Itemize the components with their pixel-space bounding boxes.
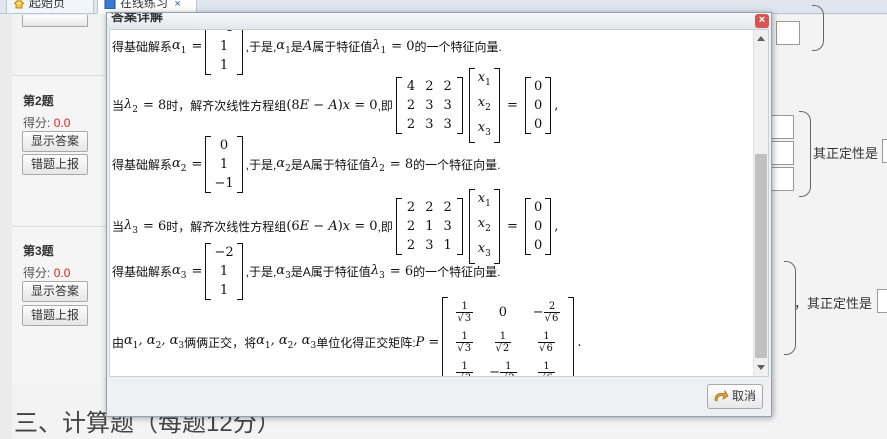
tab-home-label: 起始页	[29, 0, 66, 10]
close-icon[interactable]: ×	[755, 14, 769, 28]
definiteness-input[interactable]	[877, 289, 887, 313]
answer-input-box[interactable]	[770, 141, 794, 165]
score-value: 0.0	[53, 266, 71, 280]
cancel-label: 取消	[732, 389, 757, 403]
answer-line: 当 λ2 = 8 时，解齐次线性方程组 (8 E − A) x = 0 ,即 4222…	[112, 68, 558, 143]
scroll-up-arrow-icon[interactable]	[757, 36, 765, 41]
definiteness-label: ，其正定性是	[794, 296, 873, 311]
orthogonal-matrix: 1√3 0 −2√6 1√3 1√2 1√6 1√3 −1√2 1√6	[441, 297, 575, 376]
answer-line: 由 α1, α2, α3 俩俩正交，将 α1, α2, α3 单位化得正交矩阵:…	[112, 297, 582, 376]
answer-detail-dialog: 答案详解 × 得基础解系 α1= −111 ,于是, α1 是A 属于特征值 λ…	[106, 12, 772, 417]
question-3-panel: 第3题 得分: 0.0 显示答案 错题上报	[12, 226, 108, 384]
answer-input-box[interactable]	[776, 21, 800, 45]
question-title: 第2题	[23, 94, 54, 108]
dialog-title: 答案详解	[111, 13, 164, 24]
report-error-button[interactable]: 错题上报	[22, 154, 88, 175]
show-answer-button[interactable]: 显示答案	[22, 131, 88, 152]
coefficient-matrix: 422233233	[395, 77, 464, 134]
dialog-footer: 取消	[107, 379, 771, 416]
undo-arrow-icon	[714, 389, 729, 402]
vertical-scrollbar[interactable]	[753, 30, 768, 376]
dialog-body: 得基础解系 α1= −111 ,于是, α1 是A 属于特征值 λ1= 0 的一…	[109, 29, 769, 377]
home-icon	[13, 0, 25, 9]
right-brace	[799, 111, 811, 197]
score-label: 得分: 0.0	[23, 116, 71, 130]
variable-vector: x1 x2 x3	[468, 68, 501, 143]
dialog-titlebar[interactable]: 答案详解 ×	[107, 13, 771, 29]
left-gutter	[0, 15, 12, 439]
definiteness-label: 其正定性是	[813, 146, 879, 161]
show-answer-button[interactable]: 显示答案	[22, 281, 88, 302]
answer-content: 得基础解系 α1= −111 ,于是, α1 是A 属于特征值 λ1= 0 的一…	[110, 30, 755, 376]
vector-matrix: −2 1 1	[204, 243, 243, 300]
question-title: 第3题	[23, 244, 54, 258]
score-label: 得分: 0.0	[23, 266, 71, 280]
zero-vector: 000	[524, 77, 552, 134]
answer-input-box[interactable]	[770, 115, 794, 139]
zero-vector: 000	[524, 198, 552, 255]
question-right-content: 其正定性是 ，其正定性是	[766, 5, 887, 439]
answer-input-box[interactable]	[770, 167, 794, 191]
tab-close-icon[interactable]: ×	[174, 0, 180, 10]
score-value: 0.0	[53, 116, 71, 130]
previous-question-button[interactable]	[22, 15, 88, 27]
document-icon	[104, 0, 116, 9]
cancel-button[interactable]: 取消	[707, 384, 763, 409]
definiteness-input[interactable]	[882, 139, 887, 163]
answer-line: 得基础解系 α2 = 0 1 −1 ,于是, α2 是A属于特征值 λ2 = 8 的一个…	[112, 136, 501, 193]
vector-matrix: 0 1 −1	[204, 136, 243, 193]
scroll-down-arrow-icon[interactable]	[757, 365, 765, 370]
report-error-button[interactable]: 错题上报	[22, 305, 88, 326]
tab-online-practice-label: 在线练习	[120, 0, 169, 10]
question-2-panel: 第2题 得分: 0.0 显示答案 错题上报	[12, 75, 108, 225]
answer-line: 得基础解系 α3 = −2 1 1 ,于是, α3 是A属于特征值 λ3 = 6 的一个…	[112, 243, 501, 300]
scrollbar-thumb[interactable]	[755, 154, 767, 358]
tab-home[interactable]: 起始页	[6, 0, 94, 14]
right-brace	[812, 5, 824, 51]
